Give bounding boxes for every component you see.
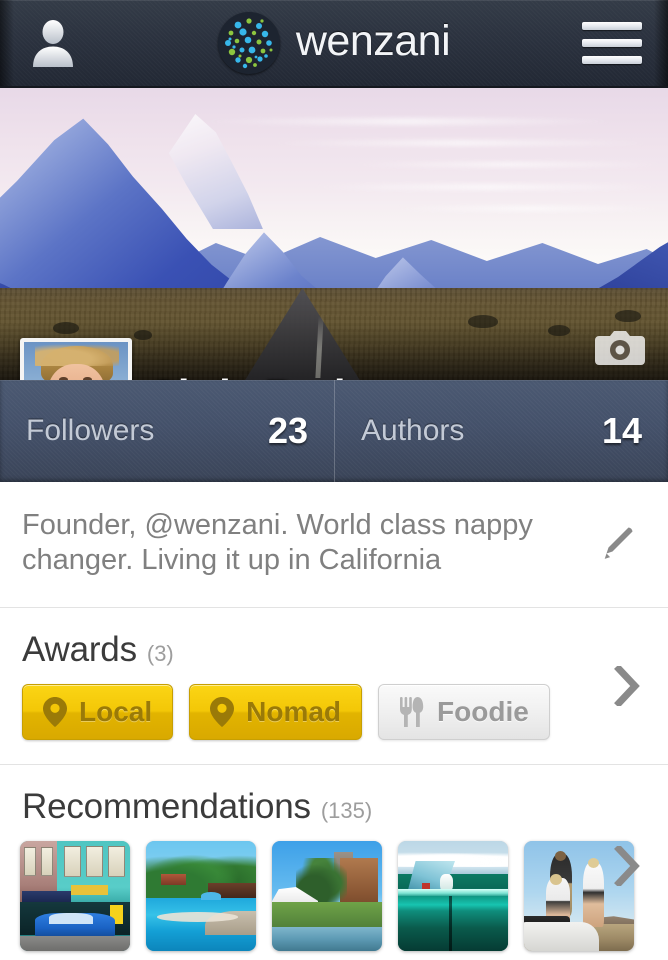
recommendation-thumbnail-4[interactable] [398, 840, 508, 951]
awards-header: Awards (3) [0, 608, 668, 670]
authors-count: 14 [601, 410, 642, 451]
cover-photo-image [0, 88, 668, 380]
followers-count: 23 [267, 410, 308, 451]
stat-authors[interactable]: Authors 14 [334, 380, 668, 482]
chevron-right-icon [614, 665, 640, 706]
change-cover-photo-button[interactable] [592, 326, 648, 368]
recommendation-thumbnail-3[interactable] [272, 840, 382, 951]
award-badge-label: Foodie [437, 695, 529, 727]
hamburger-bar-2 [582, 39, 642, 47]
camera-icon [595, 331, 645, 365]
recommendations-header: Recommendations (135) [0, 765, 668, 827]
edit-bio-button[interactable] [588, 514, 646, 572]
cover-photo-area[interactable]: Chris Boden Piedmont [0, 88, 668, 380]
authors-label: Authors [361, 414, 465, 447]
recommendations-title: Recommendations [22, 786, 311, 826]
awards-section: Awards (3) Local Nomad Foodie [0, 607, 668, 765]
followers-label: Followers [26, 414, 155, 447]
person-icon [33, 20, 73, 67]
award-badge-label: Nomad [246, 695, 342, 727]
recommendation-thumbnail-1[interactable] [20, 840, 130, 951]
recommendation-thumbnail-2[interactable] [146, 840, 256, 951]
map-pin-icon [43, 696, 67, 727]
pencil-edit-icon [604, 527, 633, 560]
award-badge-local[interactable]: Local [22, 683, 174, 740]
hamburger-menu-button[interactable] [576, 15, 648, 71]
chevron-right-icon [614, 845, 640, 886]
cover-road [242, 288, 363, 380]
hamburger-bar-3 [582, 56, 642, 64]
recommendations-section: Recommendations (135) [0, 764, 668, 960]
identity-block: Chris Boden Piedmont [148, 374, 394, 381]
stats-bar: Followers 23 Authors 14 [0, 380, 668, 482]
avatar[interactable] [20, 338, 132, 380]
profile-screen: wenzani Followers 23 Authors 14 Founder,… [0, 0, 668, 960]
awards-badge-list: Local Nomad Foodie [0, 670, 668, 764]
recommendations-count: (135) [320, 797, 373, 823]
top-navigation-bar: wenzani [0, 0, 668, 88]
stat-followers[interactable]: Followers 23 [0, 380, 334, 482]
globe-dots-icon [219, 14, 278, 72]
globe-dots-logo [217, 12, 280, 74]
award-badge-foodie[interactable]: Foodie [378, 683, 550, 740]
bio-text: Founder, @wenzani. World class nappy cha… [22, 509, 533, 577]
fork-knife-icon [400, 696, 424, 727]
recommendations-disclosure-button[interactable] [604, 843, 650, 889]
hamburger-bar-1 [582, 22, 642, 30]
brand-title: wenzani [295, 17, 451, 65]
award-badge-nomad[interactable]: Nomad [189, 683, 363, 740]
awards-count: (3) [146, 640, 174, 666]
awards-disclosure-button[interactable] [604, 663, 650, 709]
map-pin-icon [210, 696, 235, 727]
app-brand[interactable]: wenzani [217, 12, 451, 74]
display-name: Chris Boden [148, 374, 394, 381]
award-badge-label: Local [79, 695, 153, 727]
recommendations-thumbnail-list [0, 827, 668, 960]
profile-button[interactable] [22, 12, 84, 74]
bio-section: Founder, @wenzani. World class nappy cha… [0, 482, 668, 608]
awards-title: Awards [22, 629, 137, 669]
